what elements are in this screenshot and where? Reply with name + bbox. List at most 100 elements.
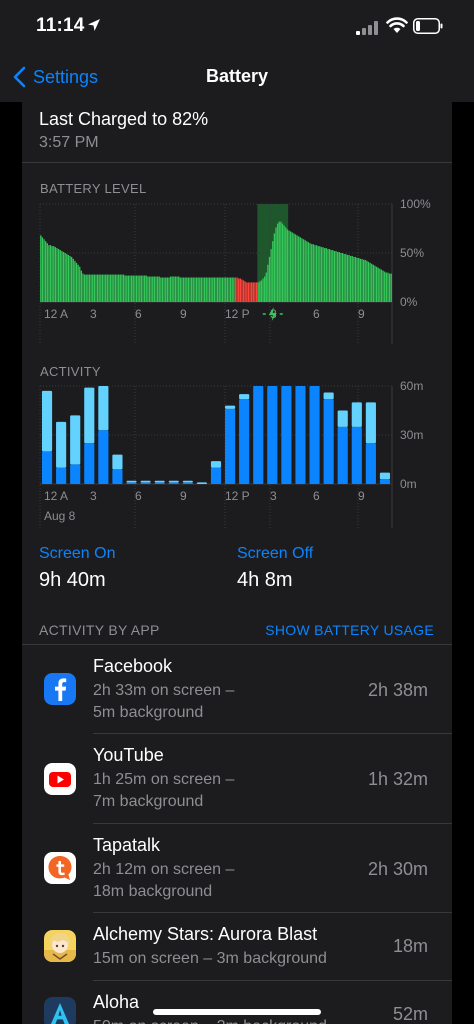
battery-bar [302, 239, 305, 302]
activity-bar-screen-off [239, 394, 250, 400]
battery-bar [216, 277, 219, 302]
battery-bar [385, 272, 387, 302]
battery-bar [184, 277, 186, 302]
battery-bar [72, 258, 74, 302]
app-detail-line: 2h 33m on screen – [93, 682, 235, 699]
app-row-aloha[interactable]: Aloha 50m on screen – 2m background 52m [22, 981, 452, 1024]
activity-bar-screen-on [253, 386, 264, 484]
battery-bar [207, 277, 209, 302]
battery-bar [163, 277, 165, 302]
battery-bar [327, 249, 329, 302]
battery-bar [252, 282, 254, 302]
battery-bar [199, 277, 201, 302]
app-usage-time: 18m [392, 936, 428, 956]
battery-bar [95, 274, 97, 302]
y-tick-label: 60m [400, 380, 423, 393]
battery-bar [98, 274, 100, 302]
battery-bar [317, 246, 319, 302]
battery-bar [382, 270, 384, 302]
last-charged-time: 3:57 PM [39, 134, 99, 151]
activity-bar-screen-on [337, 426, 348, 484]
activity-bar-screen-on [309, 386, 320, 484]
youtube-icon [44, 763, 76, 795]
battery-bar [293, 233, 295, 302]
battery-bar [82, 273, 84, 302]
activity-bar-screen-on [210, 467, 222, 484]
battery-bar [244, 281, 246, 302]
app-row-alchemy-stars[interactable]: Alchemy Stars: Aurora Blast 15m on scree… [22, 913, 452, 981]
app-detail-line: 7m background [93, 793, 204, 810]
battery-bar [218, 277, 220, 302]
battery-bar [340, 253, 342, 302]
show-battery-usage-button[interactable]: SHOW BATTERY USAGE [265, 622, 434, 638]
activity-chart[interactable]: 60m 30m 0m 12 A 3 6 9 12 P 3 6 9 Aug 8 [22, 380, 452, 530]
battery-bar [80, 270, 83, 302]
battery-bar [69, 255, 71, 302]
screen-on-value: 9h 40m [39, 569, 106, 591]
battery-bar [220, 277, 222, 302]
app-name: Aloha [93, 992, 140, 1012]
battery-bar [249, 282, 251, 302]
battery-bar [124, 275, 126, 302]
x-tick-label: 9 [358, 307, 365, 321]
battery-level-chart[interactable]: 100%50%0%12 A36912 P369 [22, 198, 452, 348]
battery-bar [186, 277, 188, 302]
x-tick-label: 3 [90, 489, 97, 503]
activity-title: ACTIVITY [40, 364, 101, 379]
battery-bar [135, 275, 138, 302]
battery-bar [380, 269, 383, 302]
battery-bar [346, 254, 349, 302]
activity-bar-screen-on [168, 482, 179, 484]
battery-bar [234, 277, 237, 302]
app-detail: 2h 33m on screen – 5m background [93, 680, 273, 724]
battery-bar [285, 227, 287, 302]
app-usage-time: 2h 30m [367, 859, 428, 879]
battery-bar [203, 277, 206, 302]
battery-bar [62, 252, 65, 302]
battery-bar [264, 276, 266, 302]
app-name: Tapatalk [93, 835, 161, 855]
battery-bar [132, 275, 134, 302]
battery-bar [333, 251, 336, 302]
battery-bar [205, 277, 207, 302]
activity-bar-screen-off [70, 415, 81, 465]
battery-bar [268, 256, 271, 302]
y-tick-label: 30m [400, 428, 423, 442]
app-row-youtube[interactable]: YouTube 1h 25m on screen – 7m background… [22, 734, 452, 824]
battery-bar [366, 260, 368, 302]
battery-bar [127, 275, 130, 302]
cellular-signal-icon [356, 21, 378, 35]
battery-bar [43, 239, 45, 302]
app-detail-line: 2h 12m on screen – [93, 861, 235, 878]
app-row-tapatalk[interactable]: Tapatalk 2h 12m on screen – 18m backgrou… [22, 824, 452, 913]
battery-bar [283, 225, 285, 302]
battery-bar [106, 274, 108, 302]
battery-bar [286, 229, 289, 302]
battery-bar [343, 253, 345, 302]
activity-bar-screen-off [154, 480, 165, 483]
battery-bar [259, 281, 261, 302]
battery-bar [233, 277, 235, 302]
battery-bar [306, 241, 308, 302]
activity-bar-screen-on [351, 426, 362, 484]
battery-level-title: BATTERY LEVEL [40, 181, 147, 196]
battery-bar [356, 257, 358, 302]
battery-bar [48, 245, 50, 302]
navigation-bar: Settings Battery [0, 54, 474, 102]
app-usage-time: 52m [392, 1004, 428, 1024]
battery-bar [228, 277, 230, 302]
home-indicator[interactable] [153, 1009, 321, 1015]
battery-bar [108, 274, 110, 302]
app-usage-time: 1h 32m [367, 769, 428, 789]
battery-bar [49, 245, 52, 302]
app-row-facebook[interactable]: Facebook 2h 33m on screen – 5m backgroun… [22, 645, 452, 734]
battery-bar [74, 260, 76, 302]
x-tick-label: 3 [270, 489, 277, 503]
battery-bar [276, 223, 279, 302]
battery-bar [304, 240, 306, 302]
activity-bar-screen-off [337, 410, 348, 427]
activity-bar-screen-on [281, 386, 292, 484]
x-tick-label: 12 P [225, 307, 250, 321]
battery-bar [226, 277, 229, 302]
battery-bar [349, 255, 352, 302]
